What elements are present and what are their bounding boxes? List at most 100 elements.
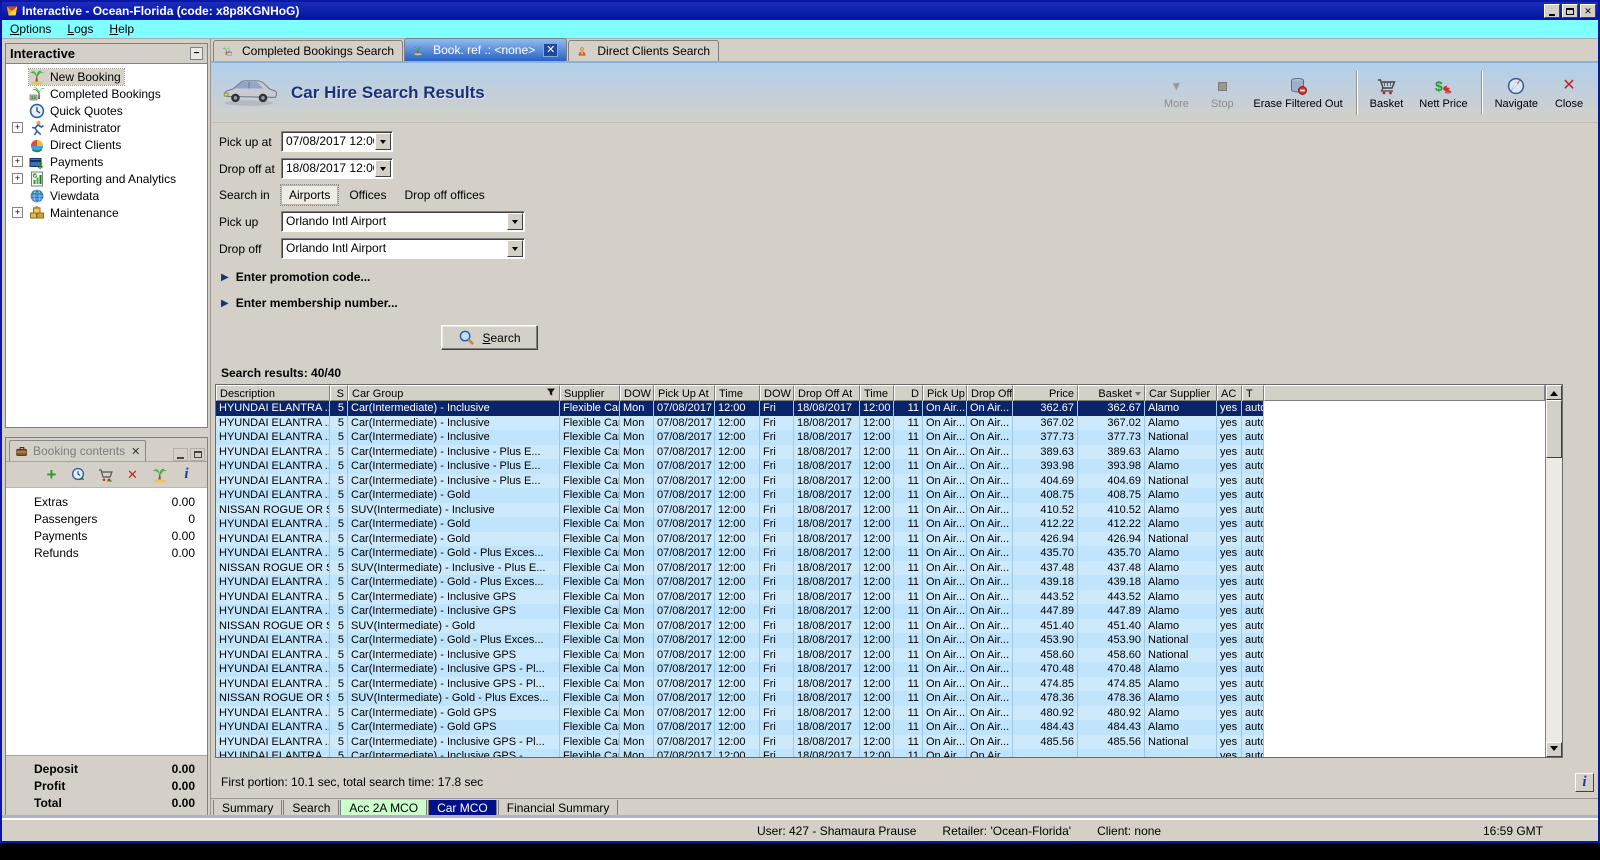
sidebar-item-quick-quotes[interactable]: Quick Quotes: [6, 102, 207, 119]
collapse-panel-button[interactable]: −: [190, 47, 203, 60]
table-row[interactable]: HYUNDAI ELANTRA ... 5 Car(Intermediate) - …: [216, 531, 1545, 546]
move-to-basket-button[interactable]: [97, 466, 114, 483]
scroll-down-icon[interactable]: [1546, 742, 1562, 757]
close-tab-icon[interactable]: ✕: [543, 43, 559, 57]
promotion-code-expander[interactable]: ▶ Enter promotion code...: [221, 269, 1598, 285]
pick-up-dropdown-icon[interactable]: [507, 213, 523, 230]
column-header-ac[interactable]: AC: [1217, 385, 1242, 401]
table-row[interactable]: NISSAN ROGUE OR S...5SUV(Intermediate) -…: [216, 502, 1545, 517]
table-row[interactable]: HYUNDAI ELANTRA ... 5 Car(Intermediate) - …: [216, 430, 1545, 445]
expand-icon[interactable]: +: [12, 207, 23, 218]
table-row[interactable]: HYUNDAI ELANTRA ... 5 Car(Intermediate) - …: [216, 647, 1545, 662]
pick-up-at-input[interactable]: 07/08/2017 12:00: [281, 131, 393, 152]
delete-button[interactable]: ✕: [124, 466, 141, 483]
column-header-drop-off-at[interactable]: Drop Off At: [794, 385, 860, 401]
new-booking-button[interactable]: [151, 466, 168, 483]
booking-restore-button[interactable]: [190, 448, 205, 461]
quick-quote-button[interactable]: [70, 466, 87, 483]
sidebar-item-completed-bookings[interactable]: $$ Completed Bookings: [6, 85, 207, 102]
drop-off-at-dropdown-icon[interactable]: [375, 160, 391, 177]
tab-completed-bookings-search[interactable]: Completed Bookings Search: [213, 40, 404, 61]
table-row[interactable]: HYUNDAI ELANTRA ... 5 Car(Intermediate) - …: [216, 720, 1545, 735]
expand-icon[interactable]: +: [12, 173, 23, 184]
column-header-pick-up-at[interactable]: Pick Up At: [654, 385, 715, 401]
column-header-dow[interactable]: DOW: [620, 385, 654, 401]
bottom-tab-search[interactable]: Search: [283, 800, 340, 818]
table-row[interactable]: NISSAN ROGUE OR S...5SUV(Intermediate) -…: [216, 691, 1545, 706]
add-button[interactable]: +: [43, 466, 60, 483]
table-row[interactable]: NISSAN ROGUE OR S...5SUV(Intermediate) -…: [216, 618, 1545, 633]
column-header-basket[interactable]: Basket: [1078, 385, 1145, 401]
pick-up-at-dropdown-icon[interactable]: [375, 133, 391, 150]
search-in-option-offices[interactable]: Offices: [342, 186, 393, 204]
table-row[interactable]: HYUNDAI ELANTRA ... 5 Car(Intermediate) - …: [216, 662, 1545, 677]
table-row[interactable]: HYUNDAI ELANTRA ... 5 Car(Intermediate) - …: [216, 633, 1545, 648]
expand-icon[interactable]: +: [12, 156, 23, 167]
scroll-up-icon[interactable]: [1546, 385, 1562, 400]
column-header-supplier[interactable]: Supplier: [560, 385, 620, 401]
sidebar-item-reporting-and-analytics[interactable]: + Reporting and Analytics: [6, 170, 207, 187]
bottom-tab-financial-summary[interactable]: Financial Summary: [497, 800, 619, 818]
booking-minimize-button[interactable]: [173, 448, 188, 461]
table-row[interactable]: HYUNDAI ELANTRA ... 5 Car(Intermediate) - …: [216, 415, 1545, 430]
table-row[interactable]: HYUNDAI ELANTRA ... 5 Car(Intermediate) - …: [216, 575, 1545, 590]
table-row[interactable]: HYUNDAI ELANTRA ... 5 Car(Intermediate) - …: [216, 473, 1545, 488]
table-row[interactable]: HYUNDAI ELANTRA ... 5 Car(Intermediate) - …: [216, 705, 1545, 720]
column-header-dow[interactable]: DOW: [760, 385, 794, 401]
column-header-car-supplier[interactable]: Car Supplier: [1145, 385, 1217, 401]
column-header-price[interactable]: Price: [1013, 385, 1078, 401]
basket-button[interactable]: Basket: [1362, 73, 1412, 112]
expand-icon[interactable]: +: [12, 122, 23, 133]
menu-item-options[interactable]: Options: [2, 20, 59, 38]
membership-number-expander[interactable]: ▶ Enter membership number...: [221, 295, 1598, 311]
booking-contents-tab[interactable]: Booking contents ✕: [9, 440, 147, 461]
close-button[interactable]: ✕ Close: [1546, 73, 1592, 112]
nett-price-button[interactable]: $ Nett Price: [1411, 73, 1475, 112]
navigate-button[interactable]: Navigate: [1487, 73, 1546, 112]
drop-off-dropdown-icon[interactable]: [507, 240, 523, 257]
table-row[interactable]: HYUNDAI ELANTRA ... 5 Car(Intermediate) - …: [216, 517, 1545, 532]
info-button[interactable]: i: [178, 466, 195, 483]
drop-off-select[interactable]: Orlando Intl Airport: [281, 238, 525, 259]
sidebar-item-administrator[interactable]: + Administrator: [6, 119, 207, 136]
menu-item-logs[interactable]: Logs: [59, 20, 101, 38]
sidebar-item-new-booking[interactable]: New Booking: [6, 67, 207, 86]
table-row[interactable]: HYUNDAI ELANTRA ... 5 Car(Intermediate) - …: [216, 749, 1545, 757]
tab-direct-clients-search[interactable]: Direct Clients Search: [568, 40, 720, 61]
sidebar-item-direct-clients[interactable]: Direct Clients: [6, 136, 207, 153]
column-header-description[interactable]: Description: [216, 385, 330, 401]
table-row[interactable]: HYUNDAI ELANTRA ... 5 Car(Intermediate) - …: [216, 401, 1545, 416]
scrollbar-track[interactable]: [1546, 400, 1562, 742]
pick-up-select[interactable]: Orlando Intl Airport: [281, 211, 525, 232]
column-header-pick-up[interactable]: Pick Up: [923, 385, 967, 401]
table-row[interactable]: HYUNDAI ELANTRA ... 5 Car(Intermediate) - …: [216, 734, 1545, 749]
sidebar-item-maintenance[interactable]: + Maintenance: [6, 204, 207, 221]
maximize-button[interactable]: [1562, 4, 1578, 18]
minimize-button[interactable]: [1544, 4, 1560, 18]
column-header-s[interactable]: S: [330, 385, 348, 401]
filter-funnel-icon[interactable]: [546, 387, 556, 400]
scrollbar-thumb[interactable]: [1546, 400, 1562, 458]
search-button[interactable]: Search: [441, 325, 538, 350]
bottom-tab-acc-2a-mco[interactable]: Acc 2A MCO: [340, 800, 428, 818]
search-in-option-airports[interactable]: Airports: [279, 184, 340, 206]
column-header-car-group[interactable]: Car Group: [348, 385, 560, 401]
table-row[interactable]: HYUNDAI ELANTRA ... 5 Car(Intermediate) - …: [216, 488, 1545, 503]
table-row[interactable]: HYUNDAI ELANTRA ... 5 Car(Intermediate) - …: [216, 546, 1545, 561]
sidebar-item-viewdata[interactable]: Viewdata: [6, 187, 207, 204]
column-header-time[interactable]: Time: [860, 385, 894, 401]
table-row[interactable]: HYUNDAI ELANTRA ... 5 Car(Intermediate) - …: [216, 459, 1545, 474]
table-row[interactable]: HYUNDAI ELANTRA ... 5 Car(Intermediate) - …: [216, 589, 1545, 604]
column-header-drop-off[interactable]: Drop Off: [967, 385, 1013, 401]
table-row[interactable]: HYUNDAI ELANTRA ... 5 Car(Intermediate) - …: [216, 444, 1545, 459]
table-row[interactable]: NISSAN ROGUE OR S...5SUV(Intermediate) -…: [216, 560, 1545, 575]
column-header-d[interactable]: D: [894, 385, 923, 401]
bottom-tab-summary[interactable]: Summary: [213, 800, 283, 818]
column-header-t[interactable]: T: [1242, 385, 1264, 401]
table-row[interactable]: HYUNDAI ELANTRA ... 5 Car(Intermediate) - …: [216, 676, 1545, 691]
search-in-option-drop-off-offices[interactable]: Drop off offices: [397, 186, 491, 204]
bottom-tab-car-mco[interactable]: Car MCO: [428, 800, 497, 818]
erase-filtered-out-button[interactable]: Erase Filtered Out: [1245, 73, 1350, 112]
menu-item-help[interactable]: Help: [101, 20, 142, 38]
sidebar-item-payments[interactable]: + $ Payments: [6, 153, 207, 170]
